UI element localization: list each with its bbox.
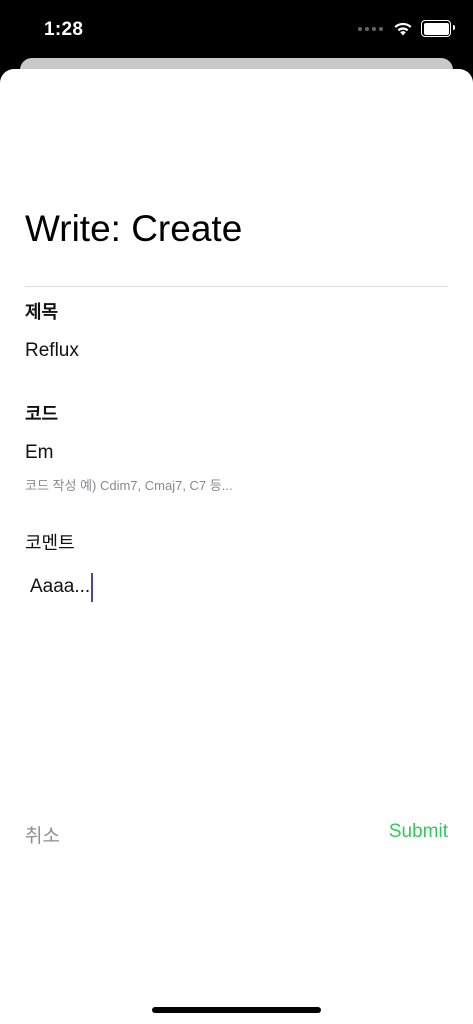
battery-icon — [421, 20, 455, 37]
home-indicator[interactable] — [152, 1007, 321, 1013]
write-create-sheet: Write: Create 제목 Reflux 코드 Em 코드 작성 예) C… — [0, 69, 473, 1024]
code-field-hint: 코드 작성 예) Cdim7, Cmaj7, C7 등... — [25, 478, 233, 493]
title-field-label: 제목 — [25, 302, 59, 322]
text-caret — [91, 573, 94, 602]
title-divider — [25, 286, 448, 287]
code-field-input[interactable]: Em — [25, 442, 54, 464]
cancel-button[interactable]: 취소 — [25, 821, 60, 848]
status-time: 1:28 — [44, 19, 84, 40]
submit-button[interactable]: Submit — [389, 821, 448, 843]
wifi-icon — [394, 22, 412, 36]
comment-field-label: 코멘트 — [25, 533, 75, 553]
signal-dots-icon — [358, 26, 383, 31]
title-field-input[interactable]: Reflux — [25, 340, 79, 362]
page-title: Write: Create — [25, 208, 243, 249]
comment-field-input[interactable]: Aaaa... — [30, 573, 443, 796]
code-field-label: 코드 — [25, 404, 59, 424]
comment-text: Aaaa... — [30, 576, 91, 597]
status-icons — [358, 20, 455, 37]
status-bar: 1:28 — [0, 0, 473, 62]
